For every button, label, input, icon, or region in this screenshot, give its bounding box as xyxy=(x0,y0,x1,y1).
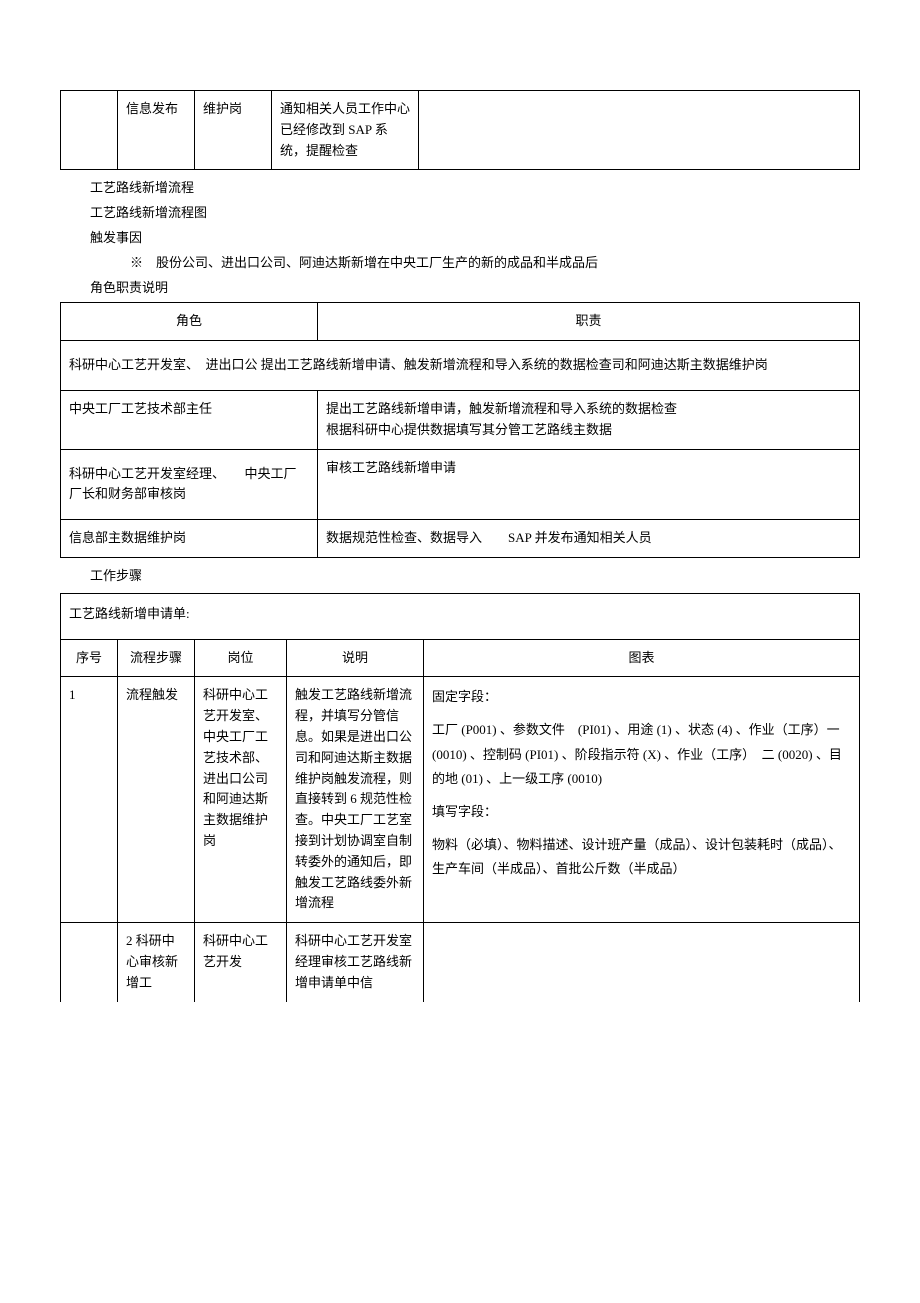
cell-desc: 通知相关人员工作中心已经修改到 SAP 系统，提醒检查 xyxy=(272,91,419,170)
step2-post: 科研中心工艺开发 xyxy=(195,923,287,1002)
roles-row0-merged: 科研中心工艺开发室、 进出口公 提出工艺路线新增申请、触发新增流程和导入系统的数… xyxy=(61,341,860,391)
chart-fill-label: 填写字段： xyxy=(432,800,851,825)
step2-desc: 科研中心工艺开发室经理审核工艺路线新增申请单中信 xyxy=(287,923,424,1002)
roles-row2-duty: 审核工艺路线新增申请 xyxy=(318,449,860,520)
table-row: 信息发布 维护岗 通知相关人员工作中心已经修改到 SAP 系统，提醒检查 xyxy=(61,91,860,170)
step1-post: 科研中心工艺开发室、中央工厂工艺技术部、进出口公司和阿迪达斯主数据维护岗 xyxy=(195,677,287,923)
roles-header-role: 角色 xyxy=(61,303,318,341)
heading-process-add-diagram: 工艺路线新增流程图 xyxy=(90,203,860,224)
heading-process-add: 工艺路线新增流程 xyxy=(90,178,860,199)
roles-header-row: 角色 职责 xyxy=(61,303,860,341)
chart-fixed-label: 固定字段： xyxy=(432,685,851,710)
table-row: 信息部主数据维护岗 数据规范性检查、数据导入 SAP 并发布通知相关人员 xyxy=(61,520,860,558)
roles-table: 角色 职责 科研中心工艺开发室、 进出口公 提出工艺路线新增申请、触发新增流程和… xyxy=(60,302,860,558)
roles-header-duty: 职责 xyxy=(318,303,860,341)
steps-header-seq: 序号 xyxy=(61,639,118,677)
heading-steps: 工作步骤 xyxy=(90,566,860,587)
step1-step: 流程触发 xyxy=(118,677,195,923)
steps-header-step: 流程步骤 xyxy=(118,639,195,677)
heading-trigger: 触发事因 xyxy=(90,228,860,249)
step1-seq: 1 xyxy=(61,677,118,923)
steps-form-title: 工艺路线新增申请单: xyxy=(61,593,860,639)
step2-step: 2 科研中心审核新增工 xyxy=(118,923,195,1002)
table-row: 2 科研中心审核新增工 科研中心工艺开发 科研中心工艺开发室经理审核工艺路线新增… xyxy=(61,923,860,1002)
trigger-text: ※ 股份公司、进出口公司、阿迪达斯新增在中央工厂生产的新的成品和半成品后 xyxy=(130,253,860,274)
heading-roles: 角色职责说明 xyxy=(90,278,860,299)
steps-header-chart: 图表 xyxy=(424,639,860,677)
steps-form-title-row: 工艺路线新增申请单: xyxy=(61,593,860,639)
step1-desc: 触发工艺路线新增流程，并填写分管信息。如果是进出口公司和阿迪达斯主数据维护岗触发… xyxy=(287,677,424,923)
table-row: 中央工厂工艺技术部主任 提出工艺路线新增申请，触发新增流程和导入系统的数据检查 … xyxy=(61,390,860,449)
roles-row2-role: 科研中心工艺开发室经理、 中央工厂厂长和财务部审核岗 xyxy=(61,449,318,520)
cell-chart xyxy=(419,91,860,170)
roles-row3-duty: 数据规范性检查、数据导入 SAP 并发布通知相关人员 xyxy=(318,520,860,558)
chart-fill-values: 物料（必填）、物料描述、设计班产量（成品）、设计包装耗时（成品）、生产车间（半成… xyxy=(432,833,851,882)
table-row: 科研中心工艺开发室经理、 中央工厂厂长和财务部审核岗 审核工艺路线新增申请 xyxy=(61,449,860,520)
chart-fixed-values: 工厂 (P001) 、参数文件 (PI01) 、用途 (1) 、状态 (4) 、… xyxy=(432,718,851,792)
step2-chart xyxy=(424,923,860,1002)
table-row: 1 流程触发 科研中心工艺开发室、中央工厂工艺技术部、进出口公司和阿迪达斯主数据… xyxy=(61,677,860,923)
roles-row3-role: 信息部主数据维护岗 xyxy=(61,520,318,558)
steps-table: 工艺路线新增申请单: 序号 流程步骤 岗位 说明 图表 1 流程触发 科研中心工… xyxy=(60,593,860,1002)
step2-seq xyxy=(61,923,118,1002)
cell-step: 信息发布 xyxy=(118,91,195,170)
table-row: 科研中心工艺开发室、 进出口公 提出工艺路线新增申请、触发新增流程和导入系统的数… xyxy=(61,341,860,391)
top-continuation-table: 信息发布 维护岗 通知相关人员工作中心已经修改到 SAP 系统，提醒检查 xyxy=(60,90,860,170)
step1-chart: 固定字段： 工厂 (P001) 、参数文件 (PI01) 、用途 (1) 、状态… xyxy=(424,677,860,923)
steps-header-desc: 说明 xyxy=(287,639,424,677)
cell-blank xyxy=(61,91,118,170)
roles-row1-role: 中央工厂工艺技术部主任 xyxy=(61,390,318,449)
cell-post: 维护岗 xyxy=(195,91,272,170)
roles-row1-duty: 提出工艺路线新增申请，触发新增流程和导入系统的数据检查 根据科研中心提供数据填写… xyxy=(318,390,860,449)
steps-header-row: 序号 流程步骤 岗位 说明 图表 xyxy=(61,639,860,677)
steps-header-post: 岗位 xyxy=(195,639,287,677)
